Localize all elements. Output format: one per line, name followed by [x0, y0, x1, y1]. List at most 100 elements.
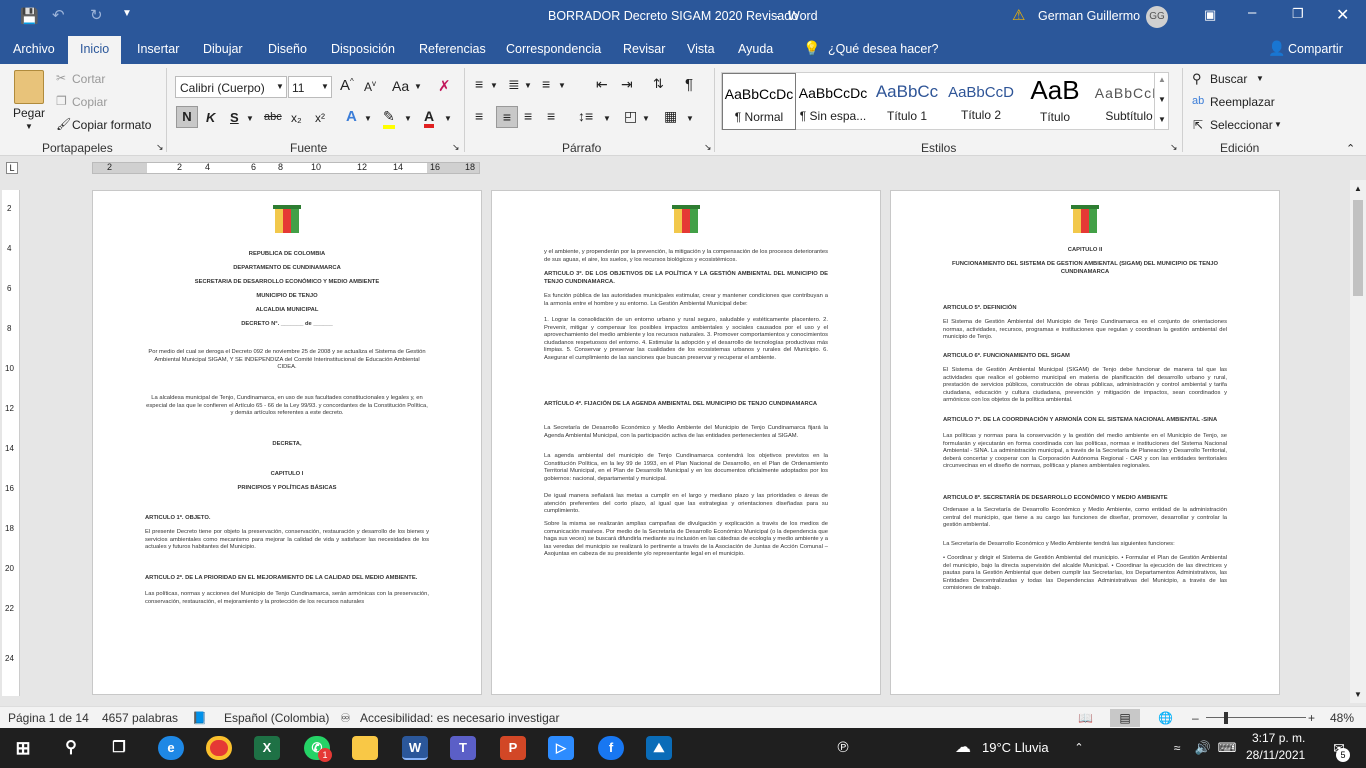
- find-button[interactable]: Buscar: [1210, 72, 1247, 86]
- read-mode-icon[interactable]: 📖: [1078, 711, 1093, 725]
- search-icon[interactable]: ⚲: [58, 736, 84, 760]
- paste-button[interactable]: Pegar: [13, 106, 45, 120]
- print-layout-icon[interactable]: ▤: [1110, 709, 1140, 727]
- paste-icon[interactable]: [14, 70, 44, 104]
- clear-formatting-icon[interactable]: ✗: [438, 77, 451, 95]
- change-case-dropdown-icon[interactable]: ▼: [414, 82, 422, 91]
- accessibility-status[interactable]: Accesibilidad: es necesario investigar: [360, 711, 559, 725]
- ribbon-display-icon[interactable]: ▣: [1204, 7, 1216, 23]
- avatar[interactable]: GG: [1146, 6, 1168, 28]
- file-explorer-icon[interactable]: [352, 736, 378, 760]
- justify-icon[interactable]: ≡: [547, 108, 555, 124]
- font-launcher-icon[interactable]: ↘: [452, 142, 460, 153]
- copy-button[interactable]: Copiar: [72, 95, 107, 109]
- share-button[interactable]: Compartir: [1288, 42, 1343, 56]
- subscript-button[interactable]: x₂: [291, 111, 302, 125]
- show-marks-icon[interactable]: ¶: [685, 76, 693, 93]
- tab-referencias[interactable]: Referencias: [419, 42, 486, 56]
- highlight-icon[interactable]: ✎: [383, 108, 395, 129]
- styles-down-icon[interactable]: ▼: [1158, 95, 1166, 104]
- tab-insertar[interactable]: Insertar: [137, 42, 179, 56]
- clock-time[interactable]: 3:17 p. m.: [1252, 731, 1305, 745]
- proofing-icon[interactable]: 📘: [192, 711, 207, 725]
- change-case-button[interactable]: Aa: [392, 78, 409, 94]
- bullets-dropdown-icon[interactable]: ▼: [490, 81, 498, 90]
- highlight-dropdown-icon[interactable]: ▼: [404, 114, 412, 123]
- zoom-out-icon[interactable]: –: [1192, 711, 1199, 725]
- network-icon[interactable]: ≈: [1164, 736, 1190, 760]
- paste-dropdown-icon[interactable]: ▼: [25, 122, 33, 131]
- collapse-ribbon-icon[interactable]: ⌃: [1346, 142, 1355, 155]
- warning-icon[interactable]: ⚠: [1012, 6, 1025, 24]
- facebook-icon[interactable]: f: [598, 736, 624, 760]
- underline-dropdown-icon[interactable]: ▼: [246, 114, 254, 123]
- scroll-down-icon[interactable]: ▼: [1354, 690, 1362, 699]
- tab-correspondencia[interactable]: Correspondencia: [506, 42, 601, 56]
- replace-icon[interactable]: ab: [1192, 95, 1204, 107]
- bold-button[interactable]: N: [176, 106, 198, 128]
- language[interactable]: Español (Colombia): [224, 711, 329, 725]
- numbering-icon[interactable]: ≣: [508, 76, 520, 93]
- zoom-slider[interactable]: [1206, 717, 1306, 718]
- shading-dropdown-icon[interactable]: ▼: [642, 114, 650, 123]
- close-icon[interactable]: ✕: [1336, 5, 1349, 25]
- chevron-up-icon[interactable]: ⌃: [1066, 736, 1092, 760]
- tab-ayuda[interactable]: Ayuda: [738, 42, 773, 56]
- underline-button[interactable]: S: [230, 110, 239, 125]
- style-title[interactable]: AaB Título: [1018, 73, 1092, 130]
- style-heading-1[interactable]: AaBbCc Título 1: [870, 73, 944, 130]
- sort-icon[interactable]: ⇅: [653, 76, 664, 92]
- tab-archivo[interactable]: Archivo: [13, 42, 55, 56]
- word-icon[interactable]: W: [402, 736, 428, 760]
- weather-icon[interactable]: ☁: [950, 736, 976, 760]
- tab-revisar[interactable]: Revisar: [623, 42, 665, 56]
- select-dropdown-icon[interactable]: ▼: [1274, 120, 1282, 129]
- text-effects-dropdown-icon[interactable]: ▼: [364, 114, 372, 123]
- tab-selector-icon[interactable]: L: [6, 162, 18, 174]
- task-view-icon[interactable]: ❐: [106, 736, 132, 760]
- select-icon[interactable]: ⇱: [1193, 118, 1203, 132]
- scroll-up-icon[interactable]: ▲: [1354, 184, 1362, 193]
- format-painter-button[interactable]: Copiar formato: [72, 118, 151, 132]
- tab-vista[interactable]: Vista: [687, 42, 715, 56]
- multilevel-list-icon[interactable]: ≡: [542, 76, 550, 92]
- replace-button[interactable]: Reemplazar: [1210, 95, 1275, 109]
- edge-icon[interactable]: e: [158, 736, 184, 760]
- windows-start-icon[interactable]: ⊞: [10, 736, 36, 760]
- tab-inicio[interactable]: Inicio: [68, 36, 122, 64]
- format-painter-icon[interactable]: 🖌: [56, 117, 71, 131]
- italic-button[interactable]: K: [206, 110, 215, 125]
- save-icon[interactable]: 💾: [20, 7, 39, 25]
- font-color-dropdown-icon[interactable]: ▼: [444, 114, 452, 123]
- styles-more-icon[interactable]: ▼: [1158, 115, 1166, 124]
- tell-me-input[interactable]: ¿Qué desea hacer?: [828, 42, 939, 56]
- font-color-icon[interactable]: A: [424, 108, 435, 128]
- powerpoint-icon[interactable]: P: [500, 736, 526, 760]
- cut-icon[interactable]: ✂: [56, 71, 66, 85]
- maximize-icon[interactable]: ❐: [1292, 6, 1304, 22]
- decrease-indent-icon[interactable]: ⇤: [596, 76, 608, 93]
- font-size-select[interactable]: 11 ▼: [288, 76, 332, 98]
- strikethrough-button[interactable]: abc: [264, 111, 282, 123]
- tab-disposicion[interactable]: Disposición: [331, 42, 395, 56]
- zoom-level[interactable]: 48%: [1330, 711, 1354, 725]
- clipboard-launcher-icon[interactable]: ↘: [156, 142, 164, 153]
- photos-icon[interactable]: ⛰: [646, 736, 672, 760]
- styles-launcher-icon[interactable]: ↘: [1170, 142, 1178, 153]
- volume-icon[interactable]: 🔊: [1190, 736, 1216, 760]
- multilevel-dropdown-icon[interactable]: ▼: [558, 81, 566, 90]
- tab-dibujar[interactable]: Dibujar: [203, 42, 243, 56]
- line-spacing-dropdown-icon[interactable]: ▼: [603, 114, 611, 123]
- page-count[interactable]: Página 1 de 14: [8, 711, 89, 725]
- weather-text[interactable]: 19°C Lluvia: [982, 740, 1049, 755]
- increase-indent-icon[interactable]: ⇥: [621, 76, 633, 93]
- tab-diseno[interactable]: Diseño: [268, 42, 307, 56]
- styles-up-icon[interactable]: ▲: [1158, 75, 1166, 84]
- borders-icon[interactable]: ▦: [664, 108, 677, 125]
- document-page[interactable]: REPUBLICA DE COLOMBIA DEPARTAMENTO DE CUN…: [92, 190, 482, 695]
- select-button[interactable]: Seleccionar: [1210, 118, 1273, 132]
- excel-icon[interactable]: X: [254, 736, 280, 760]
- find-dropdown-icon[interactable]: ▼: [1256, 74, 1264, 83]
- user-name[interactable]: German Guillermo: [1038, 9, 1140, 23]
- copy-icon[interactable]: ❐: [56, 94, 67, 108]
